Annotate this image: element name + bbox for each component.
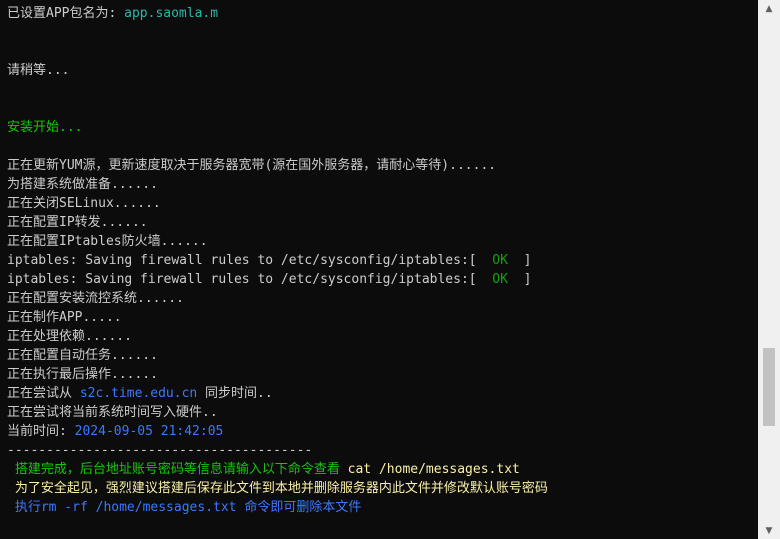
terminal-line: 安装开始...	[7, 118, 548, 137]
terminal-text-segment: 已设置APP包名为:	[7, 6, 125, 21]
terminal-text-segment: 正在尝试将当前系统时间写入硬件..	[7, 405, 218, 420]
terminal-line: 正在执行最后操作......	[7, 365, 548, 384]
terminal-line: 正在配置安装流控系统......	[7, 289, 548, 308]
terminal-text-segment: 请稍等...	[7, 63, 70, 78]
terminal-line: 正在处理依赖......	[7, 327, 548, 346]
terminal-text-segment: 正在尝试从	[7, 386, 80, 401]
terminal-text-segment: ]	[507, 272, 532, 287]
terminal-text-segment: 正在制作APP.....	[7, 310, 122, 325]
terminal-line: 正在配置自动任务......	[7, 346, 548, 365]
terminal-text-segment: ]	[507, 253, 532, 268]
terminal-line: 为了安全起见，强烈建议搭建后保存此文件到本地并删除服务器内此文件并修改默认账号密…	[7, 479, 548, 498]
terminal-line: 正在配置IP转发......	[7, 213, 548, 232]
terminal-text-segment: 为搭建系统做准备......	[7, 177, 158, 192]
terminal-text-segment: s2c.time.edu.cn	[79, 386, 198, 401]
terminal-text-segment: 2024-09-05 21:42:05	[74, 424, 224, 439]
terminal-line: 正在更新YUM源，更新速度取决于服务器宽带(源在国外服务器，请耐心等待)....…	[7, 156, 548, 175]
terminal-text-segment: 同步时间..	[197, 386, 273, 401]
terminal-text-segment: 搭建完成，后台地址账号密码等信息请输入以下命令查看	[7, 462, 348, 477]
terminal-line: 为搭建系统做准备......	[7, 175, 548, 194]
terminal-text-segment: 正在配置IPtables防火墙......	[7, 234, 208, 249]
terminal-text-segment: 当前时间:	[7, 424, 75, 439]
terminal-line: 搭建完成，后台地址账号密码等信息请输入以下命令查看 cat /home/mess…	[7, 460, 548, 479]
terminal-text-segment: 执行	[7, 500, 41, 515]
terminal-text-segment: 正在配置IP转发......	[7, 215, 148, 230]
terminal-line: 正在制作APP.....	[7, 308, 548, 327]
terminal-text-segment: iptables: Saving firewall rules to /etc/…	[7, 253, 493, 268]
terminal-text-segment: cat /home/messages.txt	[347, 462, 520, 477]
terminal-line: 正在尝试将当前系统时间写入硬件..	[7, 403, 548, 422]
terminal-text-segment: 正在配置安装流控系统......	[7, 291, 184, 306]
terminal-text-segment: iptables: Saving firewall rules to /etc/…	[7, 272, 493, 287]
terminal-line: 正在配置IPtables防火墙......	[7, 232, 548, 251]
terminal-text-segment: 正在执行最后操作......	[7, 367, 158, 382]
terminal-text-segment: rm -rf /home/messages.txt	[40, 500, 237, 515]
terminal-line: 正在尝试从 s2c.time.edu.cn 同步时间..	[7, 384, 548, 403]
terminal-line: 请稍等...	[7, 61, 548, 80]
terminal-text-segment: 正在配置自动任务......	[7, 348, 158, 363]
terminal-text-segment: 安装开始...	[7, 120, 83, 135]
terminal-line: 已设置APP包名为: app.saomla.m	[7, 4, 548, 23]
vertical-scrollbar[interactable]: ▲ ▼	[758, 0, 780, 539]
scrollbar-thumb[interactable]	[763, 348, 775, 426]
terminal-line: 正在关闭SELinux......	[7, 194, 548, 213]
terminal-text-segment: 命令即可删除本文件	[236, 500, 362, 515]
terminal-text-segment: OK	[492, 272, 508, 287]
terminal-line: 当前时间: 2024-09-05 21:42:05	[7, 422, 548, 441]
terminal-line: iptables: Saving firewall rules to /etc/…	[7, 270, 548, 289]
terminal-text-segment: 正在更新YUM源，更新速度取决于服务器宽带(源在国外服务器，请耐心等待)....…	[7, 158, 497, 173]
terminal-output: 已设置APP包名为: app.saomla.m 请稍等... 安装开始... 正在更新…	[7, 4, 548, 517]
terminal-text-segment: 为了安全起见，强烈建议搭建后保存此文件到本地并删除服务器内此文件并修改默认账号密…	[7, 481, 548, 496]
terminal-text-segment: OK	[492, 253, 508, 268]
terminal-line: 执行rm -rf /home/messages.txt 命令即可删除本文件	[7, 498, 548, 517]
terminal-text-segment: app.saomla.m	[124, 6, 219, 21]
terminal-line: ---------------------------------------	[7, 441, 548, 460]
terminal-text-segment: ---------------------------------------	[7, 443, 313, 458]
terminal-line: iptables: Saving firewall rules to /etc/…	[7, 251, 548, 270]
terminal-window[interactable]: 已设置APP包名为: app.saomla.m 请稍等... 安装开始... 正在更新…	[0, 0, 758, 539]
scroll-down-arrow-icon[interactable]: ▼	[758, 522, 780, 539]
scroll-up-arrow-icon[interactable]: ▲	[758, 0, 780, 17]
terminal-text-segment: 正在关闭SELinux......	[7, 196, 161, 211]
terminal-text-segment: 正在处理依赖......	[7, 329, 132, 344]
